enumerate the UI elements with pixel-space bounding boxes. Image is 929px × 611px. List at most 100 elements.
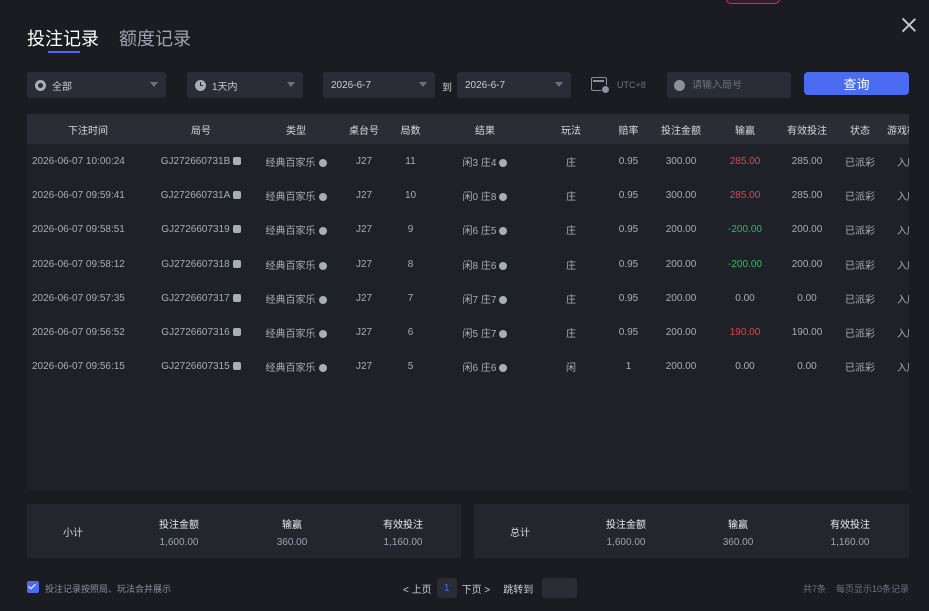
table-no: J27 [355,258,373,270]
bet-time: 2026-06-07 09:58:51 [32,224,125,236]
col-win-loss: 输赢 [735,125,755,137]
round-id: GJ2726607318 [149,247,253,281]
tab-credit-records[interactable]: 额度记录 [119,25,191,51]
copy-icon[interactable] [232,362,241,371]
copy-icon[interactable] [233,190,242,199]
valid-bet: 0.00 [797,361,817,373]
total-amount: 投注金额 1,600.00 [591,516,661,548]
info-icon[interactable] [499,330,508,339]
status: 已派彩 [845,329,875,341]
date-from-value: 2026-6-7 [331,79,372,91]
subtotal-win-value: 360.00 [276,537,308,548]
info-icon[interactable] [499,295,508,304]
record-count: 共7条 每页显示10条记录 [803,582,909,595]
subtotal-valid-label: 有效投注 [383,520,423,531]
info-icon[interactable] [499,192,508,201]
valid-bet: 190.00 [791,327,823,339]
table-row: 2026-06-07 09:56:52 GJ2726607316 经典百家乐 J… [27,315,909,349]
play-icon[interactable] [318,295,327,304]
status: 已派彩 [845,157,875,169]
info-icon[interactable] [499,158,508,167]
play-icon[interactable] [318,364,327,373]
info-icon[interactable] [499,364,508,373]
bet-type: 庄 [566,329,576,341]
bet-time: 2026-06-07 09:58:12 [32,258,125,270]
odds: 0.95 [618,292,639,304]
date-to-select[interactable]: 2026-6-7 [457,72,571,98]
footer-bar: 投注记录按照局、玩法合并展示 < 上页 1 下页 > 跳转到 共7条 每页显示1… [27,578,909,598]
page-number[interactable]: 1 [436,578,457,598]
bet-amount: 200.00 [665,327,697,339]
type-select-value: 全部 [52,81,72,93]
table-no: J27 [355,155,373,167]
status: 已派彩 [845,191,875,203]
odds: 0.95 [618,189,639,201]
result: 闲3 庄4 [432,144,538,178]
info-icon[interactable] [499,227,508,236]
game-mode: 入座 [897,191,909,203]
filter-bar: 全部 1天内 2026-6-7 到 2026-6-7 UTC+8 查询 [27,72,909,98]
next-page-link[interactable]: 下页 > [462,581,491,596]
bet-amount: 200.00 [665,361,697,373]
col-game-mode: 游戏模式 [887,125,909,137]
copy-icon[interactable] [232,259,241,268]
game-mode: 入座 [897,260,909,272]
subtotal-panel: 小计 投注金额 1,600.00 输赢 360.00 有效投注 1,160.00 [27,504,461,558]
bet-time: 2026-06-07 09:56:52 [32,327,125,339]
date-from-select[interactable]: 2026-6-7 [323,72,435,98]
win-loss: 285.00 [729,155,761,167]
chevron-down-icon [555,82,563,87]
prev-page-link[interactable]: < 上页 [403,581,432,596]
total-amount-label: 投注金额 [606,520,646,531]
result: 闲5 庄7 [432,315,538,349]
play-icon[interactable] [318,158,327,167]
game-type: 经典百家乐 [253,178,339,212]
date-to-value: 2026-6-7 [465,79,506,91]
total-amount-value: 1,600.00 [606,537,646,548]
copy-icon[interactable] [232,328,241,337]
subtotal-amount-value: 1,600.00 [159,537,199,548]
round-count: 5 [407,361,414,373]
result: 闲7 庄7 [432,281,538,315]
status: 已派彩 [845,294,875,306]
total-win-value: 360.00 [722,537,754,548]
col-bet-type: 玩法 [561,125,581,137]
merge-records-checkbox[interactable] [27,581,39,593]
bet-type: 庄 [566,226,576,238]
range-select[interactable]: 1天内 [187,72,303,98]
subtotal-amount-label: 投注金额 [159,520,199,531]
date-range-separator: 到 [442,83,452,94]
play-icon[interactable] [318,192,327,201]
status: 已派彩 [845,260,875,272]
close-icon[interactable] [901,17,917,33]
valid-bet: 200.00 [791,258,823,270]
query-button[interactable]: 查询 [804,72,909,95]
calendar-icon[interactable] [591,77,610,94]
table-row: 2026-06-07 09:58:51 GJ2726607319 经典百家乐 J… [27,213,909,247]
records-table: 下注时间 局号 类型 桌台号 局数 结果 玩法 赔率 投注金额 输赢 有效投注 … [27,114,909,490]
col-type: 类型 [286,125,306,137]
game-type: 经典百家乐 [253,281,339,315]
col-valid-bet: 有效投注 [787,125,827,137]
type-select[interactable]: 全部 [27,72,166,98]
table-no: J27 [355,224,373,236]
win-loss: 190.00 [729,327,761,339]
info-icon[interactable] [499,261,508,270]
play-icon[interactable] [318,330,327,339]
round-search-input[interactable] [692,79,787,91]
round-count: 9 [407,224,414,236]
chevron-down-icon [419,82,427,87]
game-mode: 入座 [897,157,909,169]
bet-time: 2026-06-07 09:59:41 [32,189,125,201]
bet-type: 庄 [566,294,576,306]
col-odds: 赔率 [618,125,639,137]
copy-icon[interactable] [232,225,241,234]
win-loss: -200.00 [728,258,762,270]
play-icon[interactable] [318,227,327,236]
tab-bet-records[interactable]: 投注记录 [27,25,99,53]
game-type: 经典百家乐 [253,350,339,384]
copy-icon[interactable] [233,156,242,165]
play-icon[interactable] [318,261,327,270]
copy-icon[interactable] [232,293,241,302]
jump-page-input[interactable] [542,578,578,598]
